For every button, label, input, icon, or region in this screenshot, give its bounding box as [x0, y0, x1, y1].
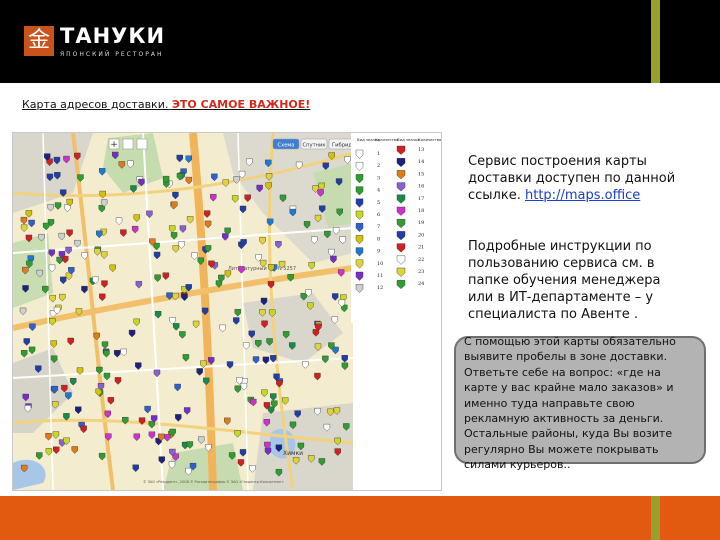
- legend-count: 3: [377, 175, 380, 181]
- slide-caption: Карта адресов доставки. ЭТО САМОЕ ВАЖНОЕ…: [22, 98, 310, 111]
- legend-count: 9: [377, 249, 380, 255]
- legend-count: 22: [418, 257, 424, 263]
- legend-count: 19: [418, 220, 424, 226]
- legend-header: Количество: [375, 137, 399, 142]
- legend-count: 11: [377, 273, 383, 279]
- legend-count: 24: [418, 281, 424, 287]
- svg-text:+: +: [110, 140, 118, 150]
- legend-count: 16: [418, 184, 424, 190]
- caption-text: Карта адресов доставки.: [22, 98, 169, 111]
- footer-bar: [0, 496, 720, 540]
- legend-count: 18: [418, 208, 424, 214]
- legend-count: 23: [418, 269, 424, 275]
- legend-count: 8: [377, 236, 380, 242]
- map-zoom-controls[interactable]: +: [108, 138, 148, 150]
- legend-count: 17: [418, 196, 424, 202]
- legend-count: 12: [377, 285, 383, 291]
- legend-count: 21: [418, 245, 424, 251]
- legend-count: 4: [377, 188, 380, 194]
- delivery-map-image: + Схема Спутник Гибрид Литературный пр. N …: [13, 133, 441, 490]
- map-copyright: © ЗАО «Резидент», 2008 © Роскартография …: [143, 480, 284, 484]
- legend-count: 6: [377, 212, 380, 218]
- legend-count: 20: [418, 232, 424, 238]
- logo-name: ТАНУКИ: [60, 24, 166, 48]
- legend-count: 10: [377, 261, 383, 267]
- legend-count: 2: [377, 163, 380, 169]
- legend-count: 14: [418, 159, 424, 165]
- legend-count: 1: [377, 151, 380, 157]
- legend-count: 7: [377, 224, 380, 230]
- service-description: Сервис построения карты доставки доступе…: [468, 153, 683, 204]
- logo-subtitle: ЯПОНСКИЙ РЕСТОРАН: [60, 51, 164, 58]
- map-type-label: Гибрид: [332, 143, 352, 149]
- caption-highlight: ЭТО САМОЕ ВАЖНОЕ!: [171, 98, 311, 111]
- map-area-label: Химки: [283, 450, 303, 457]
- legend-header: Количество: [418, 137, 441, 142]
- note-text: С помощью этой карты обязательно выявите…: [464, 335, 676, 472]
- legend-count: 15: [418, 171, 424, 177]
- map-type-label: Спутник: [302, 143, 325, 149]
- legend-header: Вид значка: [397, 137, 420, 142]
- delivery-map: + Схема Спутник Гибрид Литературный пр. N …: [12, 132, 442, 491]
- maps-link[interactable]: http://maps.office: [525, 188, 640, 203]
- instructions-text: Подробные инструкции по пользованию серв…: [468, 239, 661, 322]
- legend-count: 13: [418, 147, 424, 153]
- accent-bar-top: [651, 0, 660, 83]
- tanuki-logo: 金 ТАНУКИ ЯПОНСКИЙ РЕСТОРАН: [18, 18, 188, 64]
- logo-emblem-icon: 金: [24, 26, 54, 56]
- map-type-label: Схема: [278, 143, 295, 149]
- accent-bar-bottom: [651, 496, 660, 540]
- legend-count: 5: [377, 200, 380, 206]
- header-bar: 金 ТАНУКИ ЯПОНСКИЙ РЕСТОРАН: [0, 0, 720, 83]
